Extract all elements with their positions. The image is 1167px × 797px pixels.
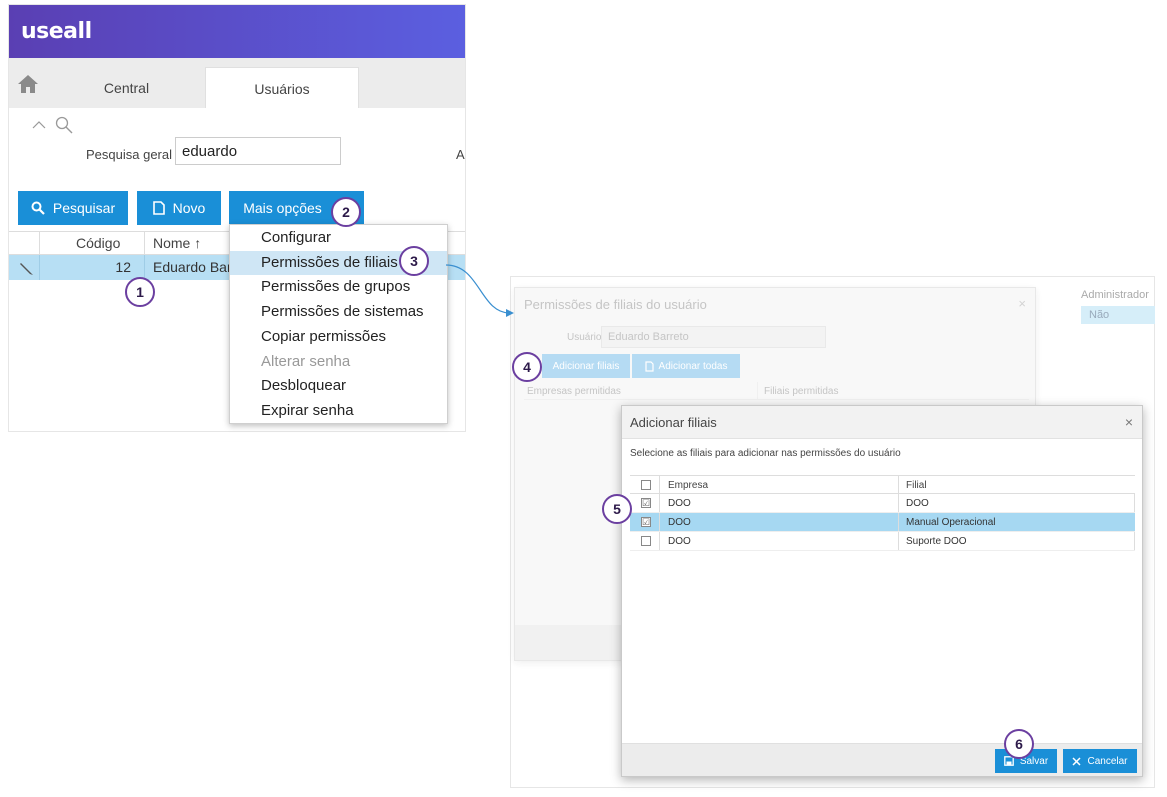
- step-callout-3: 3: [399, 246, 429, 276]
- menu-item-desbloquear[interactable]: Desbloquear: [230, 374, 447, 399]
- permissoes-grid-header: Empresas permitidas Filiais permitidas: [524, 382, 1029, 400]
- dialog-title: Permissões de filiais do usuário: [524, 297, 707, 312]
- step-callout-4: 4: [512, 352, 542, 382]
- column-separator: [1134, 494, 1135, 512]
- menu-item-expirar-senha[interactable]: Expirar senha: [230, 399, 447, 424]
- home-icon[interactable]: [17, 74, 39, 94]
- column-separator: [144, 232, 145, 256]
- row-filial: DOO: [906, 498, 929, 509]
- cancelar-button[interactable]: Cancelar: [1063, 749, 1137, 773]
- tab-central[interactable]: Central: [49, 67, 204, 108]
- new-document-icon: [644, 360, 654, 372]
- column-separator: [659, 494, 660, 512]
- row-nome: Eduardo Bar: [153, 259, 232, 275]
- adicionar-filiais-button[interactable]: Adicionar filiais: [542, 354, 630, 378]
- row-filial: Suporte DOO: [906, 536, 967, 547]
- dialog-description: Selecione as filiais para adicionar nas …: [630, 448, 901, 459]
- usuario-label: Usuário: [567, 332, 602, 343]
- close-icon[interactable]: ×: [1018, 296, 1026, 311]
- chevron-up-icon[interactable]: [31, 118, 47, 130]
- column-separator: [898, 532, 899, 550]
- row-checkbox[interactable]: ☑: [641, 517, 651, 527]
- step-callout-6: 6: [1004, 729, 1034, 759]
- table-row[interactable]: ☑ DOO Manual Operacional: [630, 513, 1135, 532]
- mais-opcoes-label: Mais opções: [243, 200, 322, 216]
- dialog-header: Adicionar filiais ×: [622, 406, 1142, 439]
- row-empresa: DOO: [668, 517, 691, 528]
- column-separator: [898, 476, 899, 493]
- column-separator: [898, 494, 899, 512]
- column-empresas-permitidas: Empresas permitidas: [527, 386, 621, 397]
- menu-item-permissoes-grupos[interactable]: Permissões de grupos: [230, 275, 447, 300]
- pesquisar-label: Pesquisar: [52, 200, 116, 216]
- grid-header: Empresa Filial: [630, 475, 1135, 494]
- column-separator: [659, 532, 660, 550]
- app-header: useall: [9, 5, 465, 58]
- table-row[interactable]: ☑ DOO DOO: [630, 494, 1135, 513]
- column-separator: [144, 255, 145, 280]
- truncated-label: A: [456, 147, 465, 162]
- search-icon: [31, 201, 45, 215]
- dialog-title: Adicionar filiais: [630, 415, 717, 430]
- pencil-icon[interactable]: [19, 260, 35, 276]
- column-filiais-permitidas: Filiais permitidas: [764, 386, 839, 397]
- step-callout-1: 1: [125, 277, 155, 307]
- tab-usuarios[interactable]: Usuários: [205, 67, 359, 108]
- novo-button[interactable]: Novo: [137, 191, 221, 225]
- row-empresa: DOO: [668, 536, 691, 547]
- column-filial: Filial: [906, 480, 927, 491]
- new-document-icon: [152, 201, 165, 215]
- column-empresa: Empresa: [668, 480, 709, 491]
- close-icon[interactable]: ×: [1125, 414, 1133, 430]
- filiais-grid: Empresa Filial ☑ DOO DOO ☑ DOO Manual Op…: [630, 475, 1135, 551]
- adicionar-filiais-dialog: Adicionar filiais × Selecione as filiais…: [621, 405, 1143, 777]
- search-icon[interactable]: [55, 116, 73, 134]
- column-separator: [659, 513, 660, 531]
- column-separator: [898, 513, 899, 531]
- row-administrador-value: Não: [1081, 306, 1155, 324]
- novo-label: Novo: [172, 200, 206, 216]
- step-callout-5: 5: [602, 494, 632, 524]
- column-codigo[interactable]: Código: [76, 235, 120, 251]
- dialog-footer: Salvar Cancelar: [622, 743, 1142, 776]
- row-codigo: 12: [115, 259, 131, 275]
- column-nome[interactable]: Nome ↑: [153, 235, 201, 251]
- menu-item-copiar-permissoes[interactable]: Copiar permissões: [230, 325, 447, 350]
- menu-item-permissoes-sistemas[interactable]: Permissões de sistemas: [230, 300, 447, 325]
- useall-logo: useall: [21, 19, 92, 44]
- close-icon: [1072, 756, 1082, 766]
- adicionar-filiais-label: Adicionar filiais: [552, 360, 620, 372]
- column-separator: [39, 255, 40, 280]
- column-separator: [757, 382, 758, 400]
- step-callout-2: 2: [331, 197, 361, 227]
- table-row[interactable]: DOO Suporte DOO: [630, 532, 1135, 551]
- flow-arrow-icon: [445, 264, 514, 317]
- search-input[interactable]: [175, 137, 341, 165]
- row-checkbox[interactable]: ☑: [641, 498, 651, 508]
- column-separator: [659, 476, 660, 493]
- cancelar-label: Cancelar: [1087, 755, 1128, 767]
- row-filial: Manual Operacional: [906, 517, 996, 528]
- pesquisar-button[interactable]: Pesquisar: [18, 191, 128, 225]
- row-checkbox[interactable]: [641, 536, 651, 546]
- tab-bar: Central Usuários: [9, 58, 465, 108]
- column-administrador: Administrador: [1081, 289, 1149, 301]
- row-empresa: DOO: [668, 498, 691, 509]
- search-label: Pesquisa geral: [86, 147, 172, 162]
- menu-item-alterar-senha: Alterar senha: [261, 352, 351, 370]
- adicionar-todas-button[interactable]: Adicionar todas: [632, 354, 740, 378]
- column-separator: [39, 232, 40, 256]
- adicionar-todas-label: Adicionar todas: [658, 360, 728, 372]
- column-separator: [1134, 532, 1135, 550]
- usuario-field: Eduardo Barreto: [601, 326, 826, 348]
- select-all-checkbox[interactable]: [641, 480, 651, 490]
